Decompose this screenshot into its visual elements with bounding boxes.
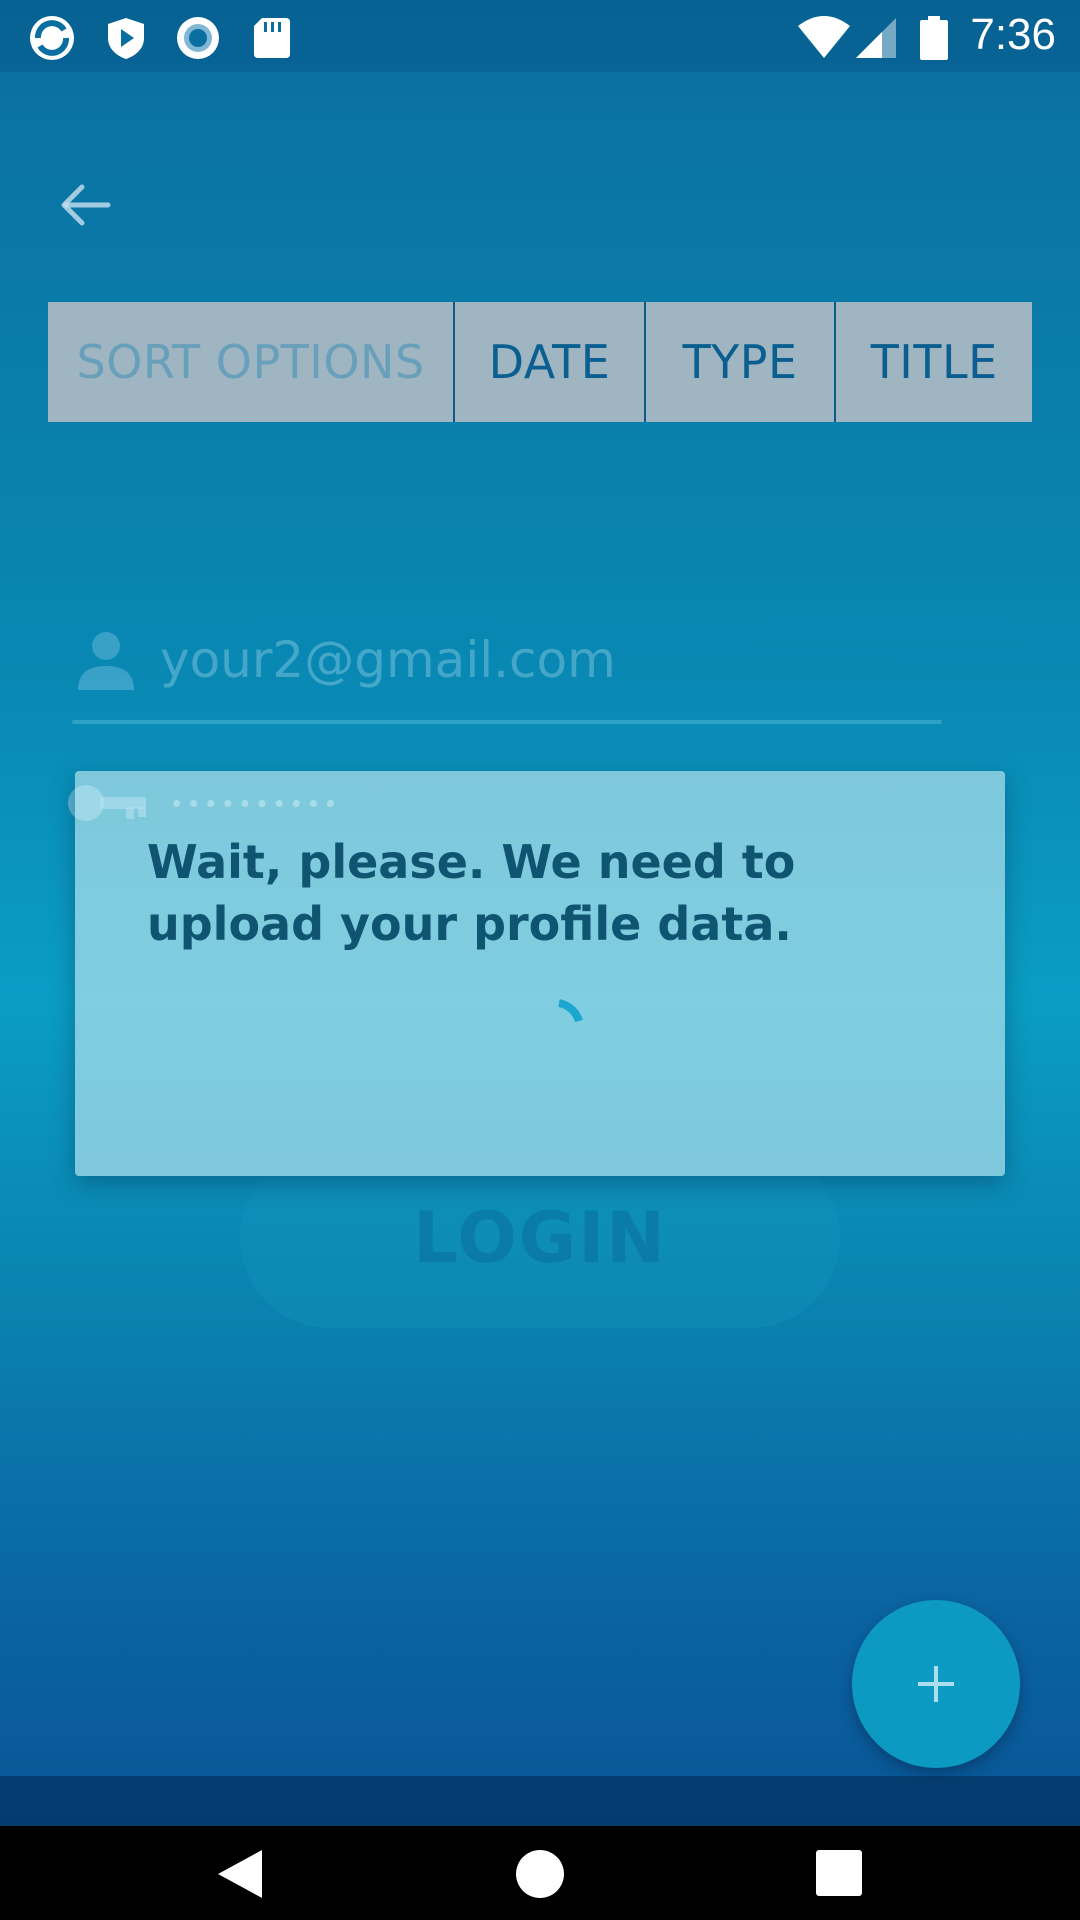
sort-by-title-button[interactable]: TITLE <box>836 302 1032 422</box>
sort-by-type-button[interactable]: TYPE <box>645 302 835 422</box>
sync-app-icon <box>30 16 74 60</box>
email-underline <box>72 720 942 724</box>
record-icon <box>177 17 219 59</box>
sd-card-icon <box>254 18 290 58</box>
add-button[interactable] <box>852 1600 1020 1768</box>
arrow-left-icon[interactable] <box>52 175 116 239</box>
shield-play-icon <box>108 18 144 59</box>
sort-by-date-button[interactable]: DATE <box>455 302 644 422</box>
recents-square-icon[interactable] <box>812 1846 868 1902</box>
status-bar: 7:36 <box>0 0 1080 72</box>
email-value: your2@gmail.com <box>160 631 616 689</box>
progress-dialog: Wait, please. We need to upload your pro… <box>75 771 1005 1176</box>
bottom-strip <box>0 1776 1080 1826</box>
person-icon <box>78 632 134 690</box>
navigation-bar <box>0 1826 1080 1920</box>
plus-icon <box>918 1666 954 1702</box>
battery-icon <box>920 16 948 60</box>
back-triangle-icon[interactable] <box>212 1846 268 1902</box>
email-field[interactable]: your2@gmail.com <box>72 620 616 700</box>
wifi-icon <box>798 16 850 58</box>
sort-options-label: SORT OPTIONS <box>48 302 454 422</box>
clock: 7:36 <box>970 10 1056 59</box>
cell-signal-icon <box>856 18 896 58</box>
home-circle-icon[interactable] <box>512 1846 568 1902</box>
sort-options-bar: SORT OPTIONS DATE TYPE TITLE <box>48 302 1032 422</box>
dialog-message: Wait, please. We need to upload your pro… <box>147 835 796 951</box>
loading-spinner-icon <box>557 999 583 1023</box>
